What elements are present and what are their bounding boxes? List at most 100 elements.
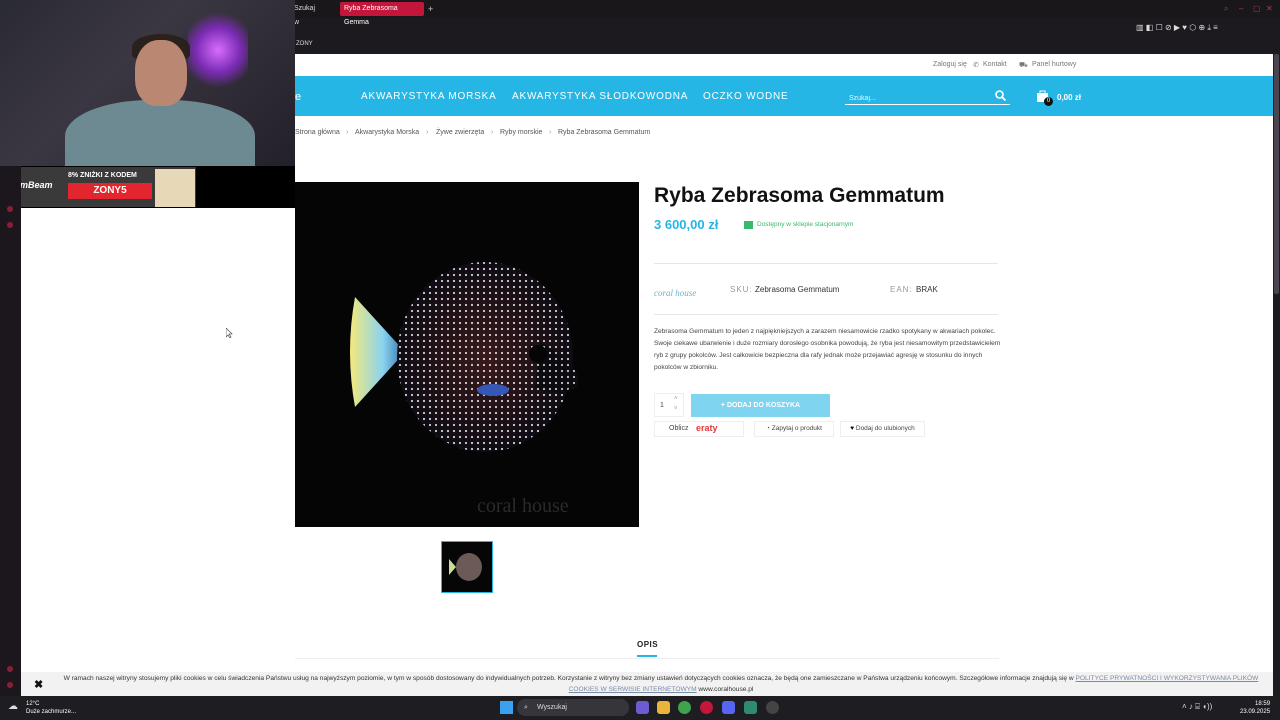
eraty-logo[interactable]: eraty: [696, 423, 718, 433]
weather-icon[interactable]: ☁: [8, 701, 18, 712]
search-icon[interactable]: [995, 90, 1006, 101]
search-box: [845, 87, 1010, 107]
sku-label: SKU:: [730, 285, 753, 294]
discord-icon[interactable]: [722, 701, 735, 714]
breadcrumb-fish[interactable]: Ryby morskie: [500, 129, 542, 136]
main-nav: e AKWARYSTYKA MORSKA AKWARYSTYKA SŁODKOW…: [295, 76, 1273, 116]
tab-active-indicator: [637, 655, 657, 657]
new-tab-button[interactable]: +: [424, 2, 436, 16]
stream-overlay: GymBeam 8% ZNIŻKI Z KODEM ZONY5: [0, 0, 295, 700]
phone-icon: ✆: [973, 62, 979, 69]
ean-value: BRAK: [916, 285, 938, 294]
website: Zaloguj się ✆ Kontakt ⛟ Panel hurtowy e …: [295, 54, 1273, 696]
stock-status: Dostępny w sklepie stacjonarnym: [757, 221, 854, 228]
login-link[interactable]: Zaloguj się: [933, 61, 967, 68]
fish-image: coral house: [350, 262, 579, 517]
app2-icon[interactable]: [766, 701, 779, 714]
product-price: 3 600,00 zł: [654, 217, 719, 232]
clock-date: 23.09.2025: [1240, 709, 1271, 715]
streamer-head: [135, 40, 187, 106]
taskbar-search[interactable]: ⌕ Wyszukaj: [517, 699, 629, 716]
breadcrumb-home[interactable]: Strona główna: [295, 129, 340, 136]
opera-icon[interactable]: [700, 701, 713, 714]
sku-value: Zebrasoma Gemmatum: [755, 285, 840, 294]
app-icon[interactable]: [744, 701, 757, 714]
streamer-body: [65, 100, 255, 166]
product-thumbnail[interactable]: [441, 541, 493, 593]
search-input[interactable]: [845, 90, 985, 107]
top-bar: Zaloguj się ✆ Kontakt ⛟ Panel hurtowy: [295, 54, 1273, 76]
side-strip: [0, 166, 21, 696]
weather-temp: 12°C: [26, 701, 40, 707]
breadcrumb-separator: ›: [346, 129, 349, 136]
watermark: coral house: [477, 495, 569, 517]
add-to-cart-button[interactable]: + DODAJ DO KOSZYKA: [691, 394, 830, 417]
promo-text: 8% ZNIŻKI Z KODEM: [68, 172, 137, 179]
logo-fragment[interactable]: e: [295, 91, 301, 103]
divider: [654, 263, 998, 264]
weather-widget[interactable]: 12°C Duże zachmurze...: [26, 700, 76, 716]
cookie-close-button[interactable]: ✖: [34, 678, 43, 691]
nav-marine[interactable]: AKWARYSTYKA MORSKA: [361, 91, 497, 102]
folder-icon[interactable]: [657, 701, 670, 714]
cookie-message: W ramach naszej witryny stosujemy pliki …: [63, 675, 1074, 682]
calc-label: Oblicz: [669, 425, 689, 432]
breadcrumb-live[interactable]: Żywe zwierzęta: [436, 129, 484, 136]
product-main-image[interactable]: coral house: [295, 182, 639, 527]
start-icon[interactable]: [500, 701, 513, 714]
ask-label: Zapytaj o produkt: [771, 425, 822, 432]
extension-icons[interactable]: ▥ ◧ ☐ ⊘ ▶ ♥ ⬡ ⊕ ⤓ ≡: [1136, 23, 1218, 33]
quantity-stepper[interactable]: ˄ ˅: [674, 394, 678, 414]
breadcrumb-separator: ›: [426, 129, 429, 136]
truck-icon: ⛟: [1019, 62, 1028, 69]
tab-bar: Szukaj w Ryba Zebrasoma Gemma +: [290, 0, 1280, 26]
quantity-input[interactable]: 1: [654, 393, 684, 417]
clock-time: 18:59: [1255, 701, 1271, 707]
breadcrumb-separator: ›: [491, 129, 494, 136]
bookmark-item[interactable]: ZONY: [296, 41, 313, 47]
contact-link[interactable]: Kontakt: [983, 61, 1007, 68]
minimize-icon[interactable]: –: [1239, 4, 1243, 13]
favorite-label: Dodaj do ulubionych: [855, 425, 915, 432]
cookie-domain: www.coralhouse.pl: [698, 686, 754, 693]
strip-icon[interactable]: [7, 222, 13, 228]
tab-product[interactable]: Ryba Zebrasoma Gemma: [340, 2, 424, 26]
cookie-banner: ✖ W ramach naszej witryny stosujemy plik…: [21, 672, 1273, 696]
clock[interactable]: 18:59 23.09.2025: [1240, 700, 1270, 716]
strip-icon[interactable]: [7, 206, 13, 212]
search-icon: ⌕: [524, 704, 528, 711]
teams-icon[interactable]: [636, 701, 649, 714]
product-description: Zebrasoma Gemmatum to jeden z najpięknie…: [654, 328, 1001, 371]
add-to-favorites-button[interactable]: ♥ Dodaj do ulubionych: [840, 421, 925, 437]
tab-description[interactable]: OPIS: [637, 640, 658, 649]
store-icon: [744, 221, 753, 229]
breadcrumb-current: Ryba Zebrasoma Gemmatum: [558, 129, 651, 136]
weather-desc: Duże zachmurze...: [26, 709, 77, 715]
promo-code: ZONY5: [68, 183, 152, 199]
strip-icon[interactable]: [7, 682, 13, 688]
mouse-cursor-icon: [226, 328, 233, 338]
product-title: Ryba Zebrasoma Gemmatum: [654, 184, 945, 207]
nav-pond[interactable]: OCZKO WODNE: [703, 91, 788, 102]
maximize-icon[interactable]: ▢: [1253, 4, 1261, 13]
wholesale-link[interactable]: Panel hurtowy: [1032, 61, 1076, 68]
promo-product-image: [155, 169, 195, 207]
cookie-text: W ramach naszej witryny stosujemy pliki …: [61, 673, 1261, 695]
breadcrumb-marine[interactable]: Akwarystyka Morska: [355, 129, 419, 136]
ean-label: EAN:: [890, 285, 913, 294]
thumbnail-fish: [449, 553, 482, 581]
chrome-icon[interactable]: [678, 701, 691, 714]
purple-light-decoration: [188, 10, 248, 90]
scrollbar-thumb[interactable]: [1274, 54, 1279, 294]
brand-logo[interactable]: coral house: [654, 288, 696, 298]
cart-total[interactable]: 0,00 zł: [1057, 93, 1081, 102]
strip-icon[interactable]: [7, 666, 13, 672]
breadcrumb-separator: ›: [549, 129, 552, 136]
webcam-feed: [0, 0, 295, 166]
search-icon[interactable]: ⌕: [1224, 4, 1228, 14]
close-window-icon[interactable]: ✕: [1266, 4, 1273, 13]
taskbar-search-label: Wyszukaj: [537, 704, 567, 711]
nav-freshwater[interactable]: AKWARYSTYKA SŁODKOWODNA: [512, 91, 688, 102]
tray-icons[interactable]: ˄ ♪ ⌸ ◖)): [1182, 702, 1212, 712]
ask-about-product-button[interactable]: ◔ Zapytaj o produkt: [754, 421, 834, 437]
